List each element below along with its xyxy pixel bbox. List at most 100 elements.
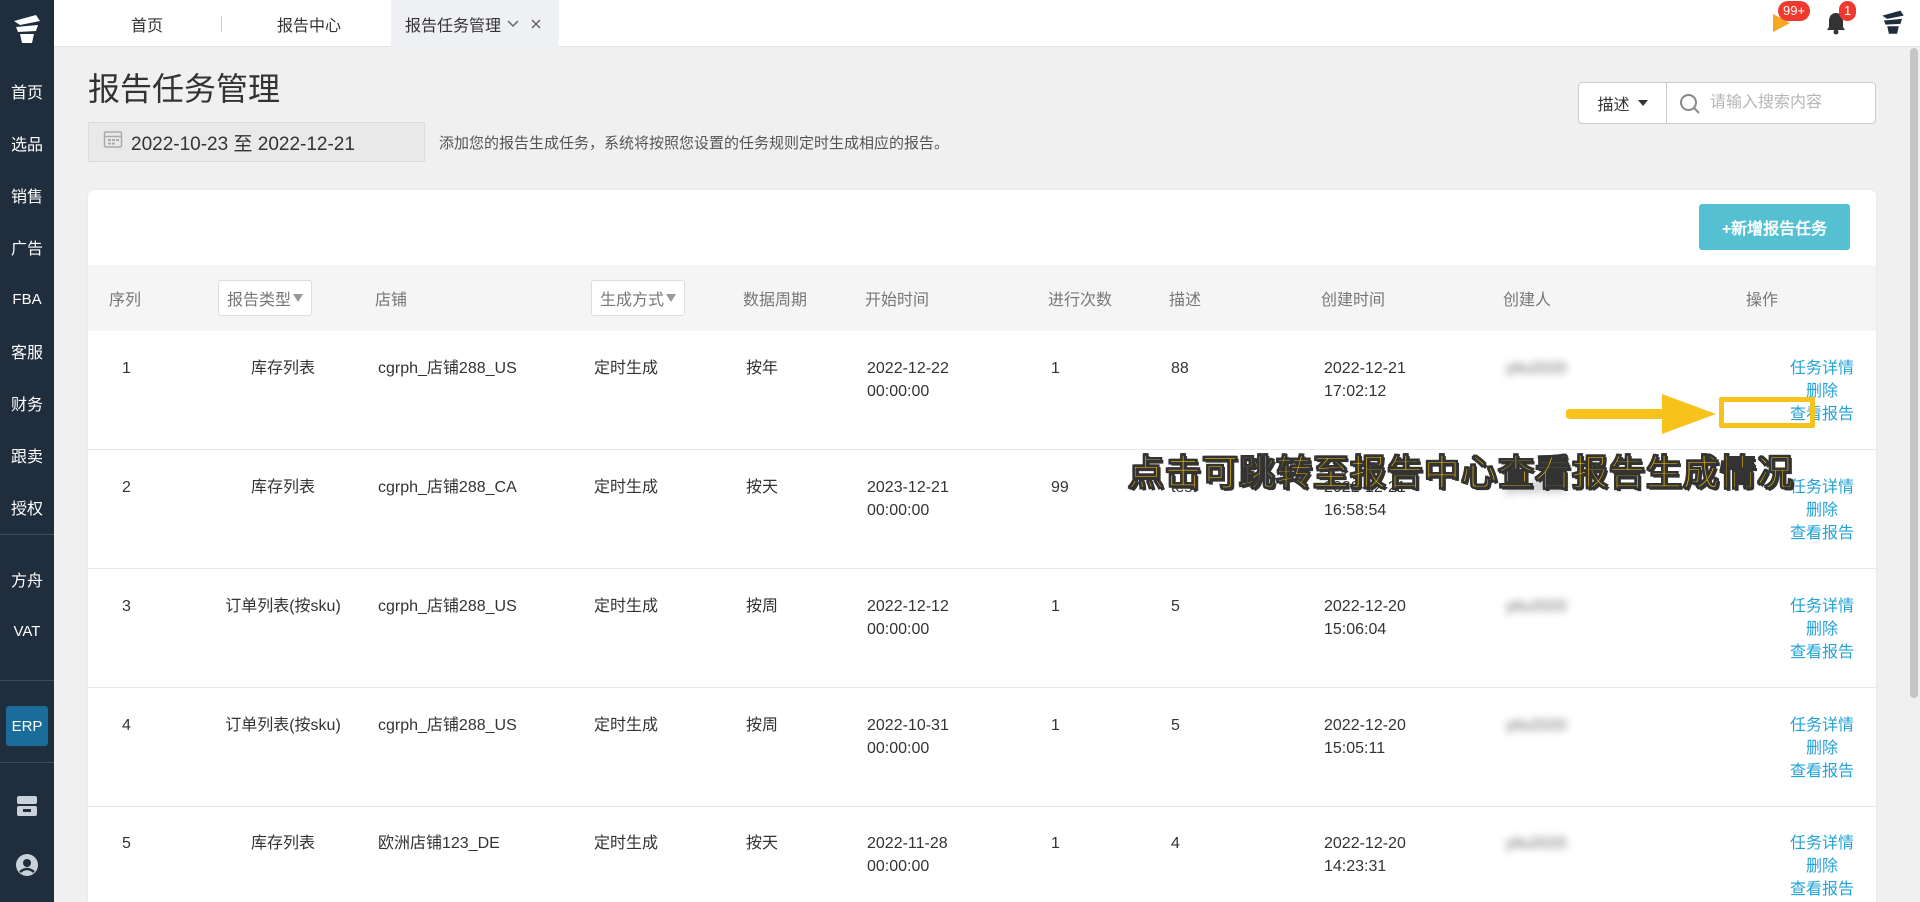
page-title: 报告任务管理 (88, 71, 281, 107)
cell-created-clock: 15:06:04 (1324, 621, 1387, 638)
cell-start-clock: 00:00:00 (867, 621, 930, 638)
close-icon[interactable] (531, 18, 541, 29)
sidebar-item-service[interactable]: 客服 (0, 331, 54, 371)
store-icon[interactable] (0, 786, 54, 826)
cell-ops: 任务详情 删除 查看报告 (1762, 714, 1876, 783)
cell-start-time: 2022-12-22 00:00:00 (867, 357, 949, 403)
view-report-link[interactable]: 查看报告 (1762, 522, 1876, 545)
col-header-ops: 操作 (1746, 292, 1779, 309)
delete-link[interactable]: 删除 (1762, 618, 1876, 641)
col-header-created-time: 创建时间 (1321, 292, 1386, 309)
sidebar-item-label: 广告 (10, 241, 43, 258)
sidebar-item-follow-sell[interactable]: 跟卖 (0, 435, 54, 475)
cell-creator: yitu2020 (1506, 835, 1567, 852)
task-detail-link[interactable]: 任务详情 (1762, 714, 1876, 737)
tab-label: 报告任务管理 (405, 17, 502, 35)
sidebar-item-sales[interactable]: 销售 (0, 175, 54, 215)
cell-run-count: 99 (1051, 479, 1069, 496)
avatar[interactable] (1876, 6, 1910, 40)
chevron-down-icon[interactable] (507, 19, 519, 28)
cell-period: 按年 (746, 360, 779, 377)
tab-report-task-management[interactable]: 报告任务管理 (391, 0, 559, 47)
table-header: 序列 报告类型 店铺 生成方式 数据周期 开始时间 进行次数 描述 创建时间 创… (88, 265, 1876, 331)
sidebar-item-vat[interactable]: VAT (0, 611, 54, 651)
cell-desc: 88 (1171, 360, 1189, 377)
sidebar-item-label: 授权 (10, 501, 43, 518)
cell-created-date: 2022-12-20 (1324, 835, 1406, 852)
cell-period: 按天 (746, 479, 779, 496)
sidebar-item-label: VAT (13, 622, 41, 640)
task-detail-link[interactable]: 任务详情 (1762, 595, 1876, 618)
cell-start-clock: 00:00:00 (867, 502, 930, 519)
table-row: 3 订单列表(按sku) cgrph_店铺288_US 定时生成 按周 2022… (88, 569, 1876, 688)
sidebar-item-erp[interactable]: ERP (6, 706, 48, 746)
delete-link[interactable]: 删除 (1762, 499, 1876, 522)
search-bar: 描述 (1578, 82, 1876, 124)
task-detail-link[interactable]: 任务详情 (1762, 357, 1876, 380)
cell-gen-mode: 定时生成 (594, 598, 659, 615)
tab-separator (221, 16, 222, 32)
tab-report-center[interactable]: 报告中心 (254, 0, 364, 47)
tab-home[interactable]: 首页 (112, 0, 182, 47)
view-report-link[interactable]: 查看报告 (1762, 878, 1876, 901)
sidebar-item-label: 销售 (10, 189, 43, 206)
table-row: 4 订单列表(按sku) cgrph_店铺288_US 定时生成 按周 2022… (88, 688, 1876, 807)
sidebar-item-label: 财务 (10, 397, 43, 414)
cell-start-clock: 00:00:00 (867, 383, 930, 400)
sidebar-item-ark[interactable]: 方舟 (0, 559, 54, 599)
logo-icon[interactable] (0, 0, 54, 60)
notification-badge: 99+ (1778, 1, 1811, 21)
cell-creator: yitu2020 (1506, 717, 1567, 734)
sidebar-item-finance[interactable]: 财务 (0, 383, 54, 423)
date-range-picker[interactable]: 2022-10-23 至 2022-12-21 (88, 122, 425, 162)
sidebar-item-fba[interactable]: FBA (0, 279, 54, 319)
page-hint: 添加您的报告生成任务，系统将按照您设置的任务规则定时生成相应的报告。 (439, 135, 950, 152)
cell-ops: 任务详情 删除 查看报告 (1762, 595, 1876, 664)
sidebar-item-label: 方舟 (10, 573, 43, 590)
cell-run-count: 1 (1051, 835, 1060, 852)
sidebar-item-label: FBA (12, 290, 42, 308)
col-header-gen-mode-filter[interactable]: 生成方式 (591, 280, 686, 316)
task-detail-link[interactable]: 任务详情 (1762, 832, 1876, 855)
scrollbar-thumb[interactable] (1910, 48, 1918, 698)
cell-created-clock: 14:23:31 (1324, 858, 1387, 875)
cell-created-clock: 15:05:11 (1324, 740, 1386, 757)
delete-link[interactable]: 删除 (1762, 855, 1876, 878)
cell-created-time: 2022-12-20 15:06:04 (1324, 595, 1406, 641)
add-report-task-button[interactable]: +新增报告任务 (1699, 204, 1850, 250)
bell-icon[interactable]: 1 (1821, 1, 1857, 40)
cell-start-date: 2022-10-31 (867, 717, 949, 734)
sidebar: 首页 选品 销售 广告 FBA 客服 财务 跟卖 授权 方舟 VAT ERP (0, 0, 54, 902)
annotation-callout: 点击可跳转至报告中心查看报告生成情况 (1127, 452, 1795, 494)
cell-index: 3 (122, 598, 131, 615)
cell-store: cgrph_店铺288_CA (378, 479, 517, 496)
sidebar-item-auth[interactable]: 授权 (0, 487, 54, 527)
cell-gen-mode: 定时生成 (594, 360, 659, 377)
delete-link[interactable]: 删除 (1762, 737, 1876, 760)
tab-label: 首页 (130, 17, 163, 35)
cell-store: cgrph_店铺288_US (378, 598, 517, 615)
cell-created-time: 2022-12-21 17:02:12 (1324, 357, 1406, 403)
annotation-arrow (1565, 390, 1722, 443)
flag-icon[interactable]: 99+ (1764, 1, 1811, 40)
cell-report-type: 库存列表 (250, 479, 315, 496)
view-report-link[interactable]: 查看报告 (1762, 760, 1876, 783)
cell-start-date: 2022-12-12 (867, 598, 949, 615)
sidebar-item-label: 客服 (10, 345, 43, 362)
col-header-report-type-filter[interactable]: 报告类型 (218, 280, 313, 316)
sidebar-item-home[interactable]: 首页 (0, 71, 54, 111)
cell-created-clock: 16:58:54 (1324, 502, 1387, 519)
view-report-link[interactable]: 查看报告 (1762, 641, 1876, 664)
cell-created-date: 2022-12-20 (1324, 717, 1406, 734)
support-icon[interactable] (0, 845, 54, 885)
cell-report-type: 库存列表 (250, 835, 315, 852)
col-header-period: 数据周期 (743, 292, 808, 309)
cell-index: 4 (122, 717, 131, 734)
search-field-select[interactable]: 描述 (1579, 83, 1667, 123)
sidebar-item-ads[interactable]: 广告 (0, 227, 54, 267)
sidebar-divider (0, 534, 54, 535)
cell-created-time: 2022-12-20 15:05:11 (1324, 714, 1406, 760)
sidebar-item-selection[interactable]: 选品 (0, 123, 54, 163)
cell-store: cgrph_店铺288_US (378, 360, 517, 377)
search-input[interactable] (1668, 83, 1875, 123)
